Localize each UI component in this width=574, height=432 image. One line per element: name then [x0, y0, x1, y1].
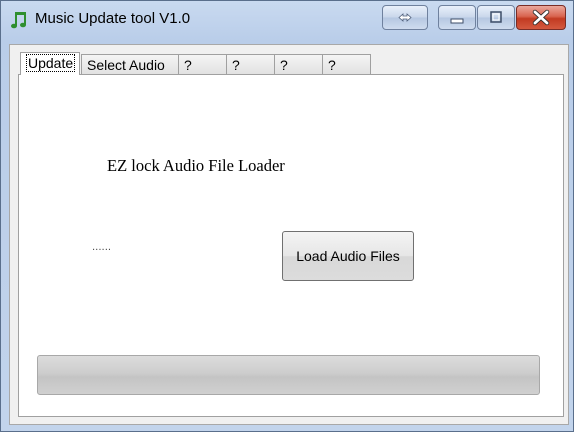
tab-update[interactable]: Update — [20, 52, 80, 75]
tab-unknown-1[interactable]: ? — [178, 54, 227, 74]
app-window: Music Update tool V1.0 Update Select Aud… — [0, 0, 574, 432]
close-icon — [532, 9, 550, 26]
client-area: Update Select Audio ? ? ? ? EZ lock Audi… — [9, 44, 569, 425]
minimize-button[interactable] — [438, 5, 476, 30]
minimize-icon — [450, 18, 464, 24]
tab-unknown-4[interactable]: ? — [322, 54, 371, 74]
tab-label: ? — [328, 57, 336, 73]
tab-unknown-3[interactable]: ? — [274, 54, 323, 74]
close-button[interactable] — [516, 5, 566, 30]
status-label: ...... — [92, 242, 112, 253]
tab-unknown-2[interactable]: ? — [226, 54, 275, 74]
tab-label: ? — [232, 57, 240, 73]
window-title: Music Update tool V1.0 — [35, 10, 191, 27]
arrows-icon — [398, 13, 412, 22]
music-notes-icon — [11, 12, 26, 29]
tab-select-audio[interactable]: Select Audio — [81, 54, 179, 74]
tab-label: Select Audio — [87, 57, 165, 73]
tab-label: ? — [184, 57, 192, 73]
title-bar[interactable]: Music Update tool V1.0 — [1, 1, 573, 37]
tab-label: ? — [280, 57, 288, 73]
tab-label: Update — [26, 54, 76, 72]
page-title: EZ lock Audio File Loader — [107, 156, 285, 175]
load-audio-files-button[interactable]: Load Audio Files — [282, 231, 414, 281]
progress-bar — [37, 355, 540, 395]
help-button[interactable] — [382, 5, 428, 30]
maximize-button[interactable] — [477, 5, 515, 30]
tab-panel-update: EZ lock Audio File Loader ...... Load Au… — [18, 74, 564, 417]
maximize-icon — [490, 11, 502, 23]
